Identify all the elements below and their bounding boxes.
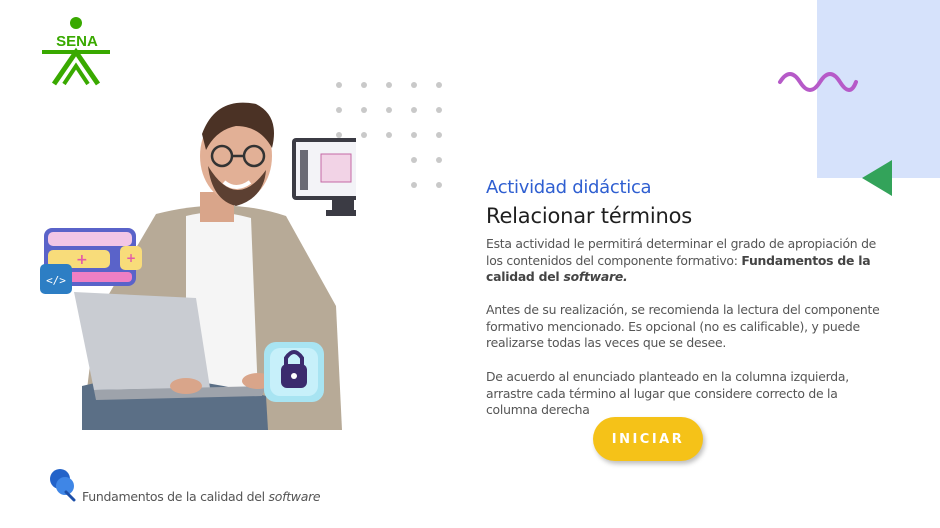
svg-text:+: + xyxy=(76,252,88,268)
logo-text: SENA xyxy=(56,33,98,50)
description-paragraph: Esta actividad le permitirá determinar e… xyxy=(486,236,886,286)
recommendation-paragraph: Antes de su realización, se recomienda l… xyxy=(486,302,880,350)
svg-text:</>: </> xyxy=(46,274,66,287)
hero-illustration: + + </> xyxy=(36,96,392,430)
code-icon: </> xyxy=(40,264,72,294)
footer-italic: software xyxy=(268,489,321,504)
pin-icon xyxy=(48,466,78,502)
footer-component-title: Fundamentos de la calidad del software xyxy=(82,489,321,504)
sena-logo: SENA xyxy=(40,16,114,86)
wave-decoration xyxy=(776,70,858,100)
activity-subtitle: Actividad didáctica xyxy=(486,177,652,198)
activity-title: Relacionar términos xyxy=(486,204,692,228)
monitor-icon xyxy=(292,138,392,216)
lock-icon xyxy=(264,342,324,402)
start-button[interactable]: INICIAR xyxy=(593,417,703,461)
triangle-decoration xyxy=(860,158,894,198)
svg-text:+: + xyxy=(126,251,136,265)
component-name-italic: software. xyxy=(563,269,628,284)
instructions-paragraph: De acuerdo al enunciado planteado en la … xyxy=(486,369,849,417)
